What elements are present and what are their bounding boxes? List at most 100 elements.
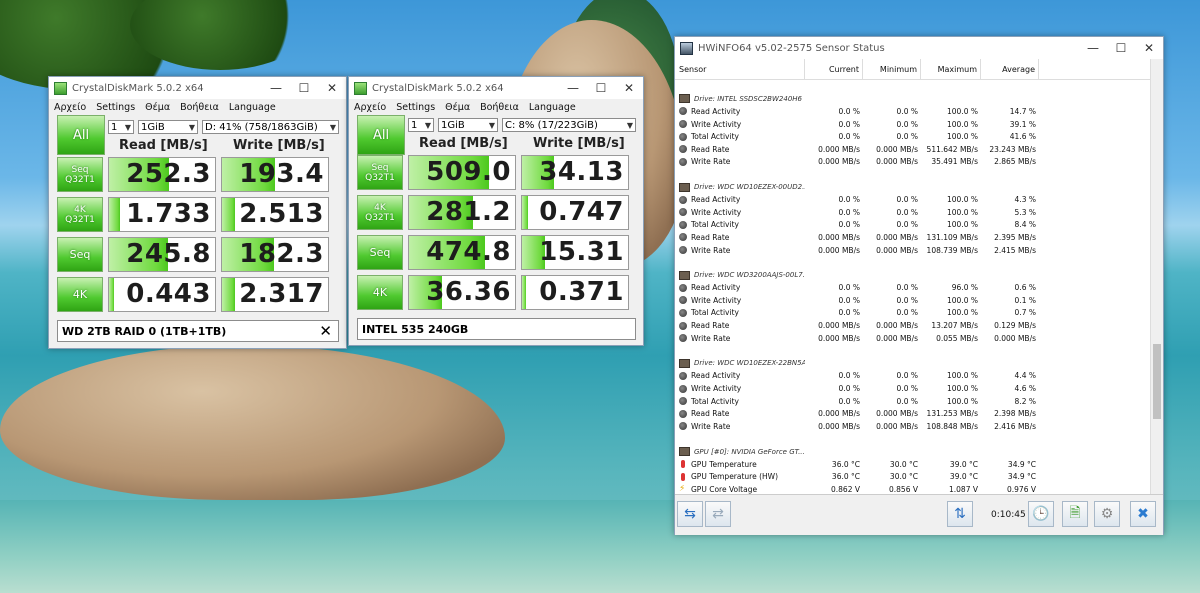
sensor-row[interactable]: Read Activity 0.0 % 0.0 % 96.0 % 0.6 % (675, 282, 1152, 295)
test-sublabel: Q32T1 (65, 214, 95, 225)
close-sensors-button[interactable]: ✖ (1130, 501, 1156, 527)
menu-file[interactable]: Αρχείο (349, 102, 391, 113)
clock-reset-button[interactable]: 🕒 (1028, 501, 1054, 527)
sensor-row[interactable]: GPU Temperature (HW) 36.0 °C 30.0 °C 39.0 °… (675, 470, 1152, 483)
sensor-row[interactable]: Total Activity 0.0 % 0.0 % 100.0 % 41.6 % (675, 130, 1152, 143)
cdm-window-2[interactable]: CrystalDiskMark 5.0.2 x64 — ☐ ✕ Αρχείο S… (348, 76, 644, 346)
maximize-button[interactable]: ☐ (1107, 37, 1135, 59)
column-sensor[interactable]: Sensor (675, 59, 805, 79)
sensor-group-row[interactable]: Drive: WDC WD3200AAJS-00L7... (675, 269, 1152, 282)
clear-icon[interactable]: ✕ (319, 322, 332, 340)
sensor-row[interactable]: Total Activity 0.0 % 0.0 % 100.0 % 8.2 % (675, 395, 1152, 408)
cdm-titlebar[interactable]: CrystalDiskMark 5.0.2 x64 — ☐ ✕ (349, 77, 643, 99)
menu-theme[interactable]: Θέμα (440, 102, 475, 113)
menu-bar: Αρχείο Settings Θέμα Βοήθεια Language (49, 99, 346, 115)
menu-theme[interactable]: Θέμα (140, 102, 175, 113)
cdm-titlebar[interactable]: CrystalDiskMark 5.0.2 x64 — ☐ ✕ (49, 77, 346, 99)
minimize-button[interactable]: — (559, 77, 587, 99)
settings-gear-button[interactable]: ⚙ (1094, 501, 1120, 527)
sensor-row[interactable]: ⚡ GPU Core Voltage 0.862 V 0.856 V 1.087 V 0.… (675, 483, 1152, 494)
current-value: 36.0 °C (831, 459, 860, 469)
close-button[interactable]: ✕ (318, 77, 346, 99)
all-button[interactable]: All (357, 115, 405, 155)
column-current[interactable]: Current (805, 59, 863, 79)
sensor-row[interactable]: Total Activity 0.0 % 0.0 % 100.0 % 8.4 % (675, 219, 1152, 232)
log-file-button[interactable]: 🗎 (1062, 501, 1088, 527)
menu-settings[interactable]: Settings (91, 102, 140, 113)
sensor-row[interactable]: Write Rate 0.000 MB/s 0.000 MB/s 108.848 MB… (675, 420, 1152, 433)
sensor-row[interactable]: Read Activity 0.0 % 0.0 % 100.0 % 14.7 % (675, 105, 1152, 118)
average-value: 0.976 V (1007, 484, 1036, 494)
maximize-button[interactable]: ☐ (290, 77, 318, 99)
expand-arrows-button[interactable]: ⇆ (677, 501, 703, 527)
menu-settings[interactable]: Settings (391, 102, 440, 113)
boulder (0, 345, 505, 500)
sensor-row[interactable]: Write Rate 0.000 MB/s 0.000 MB/s 0.055 MB/s… (675, 332, 1152, 345)
scrollbar-thumb[interactable] (1153, 344, 1161, 419)
sensor-row[interactable]: Read Activity 0.0 % 0.0 % 100.0 % 4.4 % (675, 370, 1152, 383)
vertical-scrollbar[interactable] (1150, 59, 1163, 494)
sensor-row[interactable]: Write Rate 0.000 MB/s 0.000 MB/s 35.491 MB/… (675, 156, 1152, 169)
size-select[interactable]: 1GiB ▼ (138, 120, 198, 134)
maximize-button[interactable]: ☐ (587, 77, 615, 99)
sensor-name: Write Activity (691, 207, 742, 217)
test-button-3[interactable]: 4K (57, 277, 103, 312)
minimize-button[interactable]: — (262, 77, 290, 99)
comment-input[interactable]: WD 2TB RAID 0 (1TB+1TB) ✕ (57, 320, 339, 342)
sensor-row[interactable]: Read Activity 0.0 % 0.0 % 100.0 % 4.3 % (675, 193, 1152, 206)
drive-select[interactable]: D: 41% (758/1863GiB) ▼ (202, 120, 339, 134)
menu-help[interactable]: Βοήθεια (475, 102, 524, 113)
column-maximum[interactable]: Maximum (921, 59, 981, 79)
hwinfo-titlebar[interactable]: HWiNFO64 v5.02-2575 Sensor Status — ☐ ✕ (675, 37, 1163, 59)
sensor-group-row[interactable]: Drive: WDC WD10EZEX-00UD2... (675, 181, 1152, 194)
current-value: 0.0 % (838, 384, 860, 394)
network-button[interactable]: ⇅ (947, 501, 973, 527)
count-select[interactable]: 1 ▼ (108, 120, 134, 134)
write-value: 193.4 (239, 159, 324, 189)
column-average[interactable]: Average (981, 59, 1039, 79)
sensor-row[interactable]: Read Rate 0.000 MB/s 0.000 MB/s 511.642 MB/… (675, 143, 1152, 156)
sensor-row[interactable]: Total Activity 0.0 % 0.0 % 100.0 % 0.7 % (675, 307, 1152, 320)
all-button[interactable]: All (57, 115, 105, 155)
average-value: 39.1 % (1009, 119, 1036, 129)
sensor-row[interactable]: Write Activity 0.0 % 0.0 % 100.0 % 5.3 % (675, 206, 1152, 219)
sensor-row[interactable]: Write Activity 0.0 % 0.0 % 100.0 % 4.6 % (675, 382, 1152, 395)
sensor-icon (679, 107, 687, 116)
test-button-2[interactable]: Seq (57, 237, 103, 272)
test-label: 4K (72, 287, 88, 301)
hwinfo-app-icon (680, 41, 693, 55)
average-value: 0.6 % (1014, 283, 1036, 293)
test-button-0[interactable]: Seq Q32T1 (357, 155, 403, 190)
menu-file[interactable]: Αρχείο (49, 102, 91, 113)
test-button-1[interactable]: 4K Q32T1 (357, 195, 403, 230)
sensor-row[interactable]: Read Rate 0.000 MB/s 0.000 MB/s 13.207 MB/s… (675, 319, 1152, 332)
sensor-group-row[interactable]: Drive: WDC WD10EZEX-22BN5A0... (675, 357, 1152, 370)
test-button-2[interactable]: Seq (357, 235, 403, 270)
close-button[interactable]: ✕ (1135, 37, 1163, 59)
size-select[interactable]: 1GiB ▼ (438, 118, 498, 132)
menu-language[interactable]: Language (524, 102, 581, 113)
drive-select[interactable]: C: 8% (17/223GiB) ▼ (502, 118, 636, 132)
count-select[interactable]: 1 ▼ (408, 118, 434, 132)
hwinfo-window[interactable]: HWiNFO64 v5.02-2575 Sensor Status — ☐ ✕ … (674, 36, 1164, 535)
cdm-window-1[interactable]: CrystalDiskMark 5.0.2 x64 — ☐ ✕ Αρχείο S… (48, 76, 347, 349)
sensor-row[interactable]: GPU Temperature 36.0 °C 30.0 °C 39.0 °C 34.9… (675, 458, 1152, 471)
close-button[interactable]: ✕ (615, 77, 643, 99)
sensor-row[interactable]: Write Rate 0.000 MB/s 0.000 MB/s 108.739 MB… (675, 244, 1152, 257)
sensor-group-row[interactable]: GPU [#0]: NVIDIA GeForce GT... (675, 445, 1152, 458)
sensor-group-row[interactable]: Drive: INTEL SSDSC2BW240H6 (675, 93, 1152, 106)
menu-language[interactable]: Language (224, 102, 281, 113)
menu-help[interactable]: Βοήθεια (175, 102, 224, 113)
comment-input[interactable]: INTEL 535 240GB (357, 318, 636, 340)
maximum-value: 100.0 % (947, 308, 978, 318)
test-button-1[interactable]: 4K Q32T1 (57, 197, 103, 232)
sensor-row[interactable]: Read Rate 0.000 MB/s 0.000 MB/s 131.109 MB/… (675, 231, 1152, 244)
test-button-0[interactable]: Seq Q32T1 (57, 157, 103, 192)
test-button-3[interactable]: 4K (357, 275, 403, 310)
column-minimum[interactable]: Minimum (863, 59, 921, 79)
sensor-row[interactable]: Read Rate 0.000 MB/s 0.000 MB/s 131.253 MB/… (675, 407, 1152, 420)
minimize-button[interactable]: — (1079, 37, 1107, 59)
sensor-row[interactable]: Write Activity 0.0 % 0.0 % 100.0 % 0.1 % (675, 294, 1152, 307)
collapse-arrows-button[interactable]: ⇄ (705, 501, 731, 527)
sensor-row[interactable]: Write Activity 0.0 % 0.0 % 100.0 % 39.1 % (675, 118, 1152, 131)
